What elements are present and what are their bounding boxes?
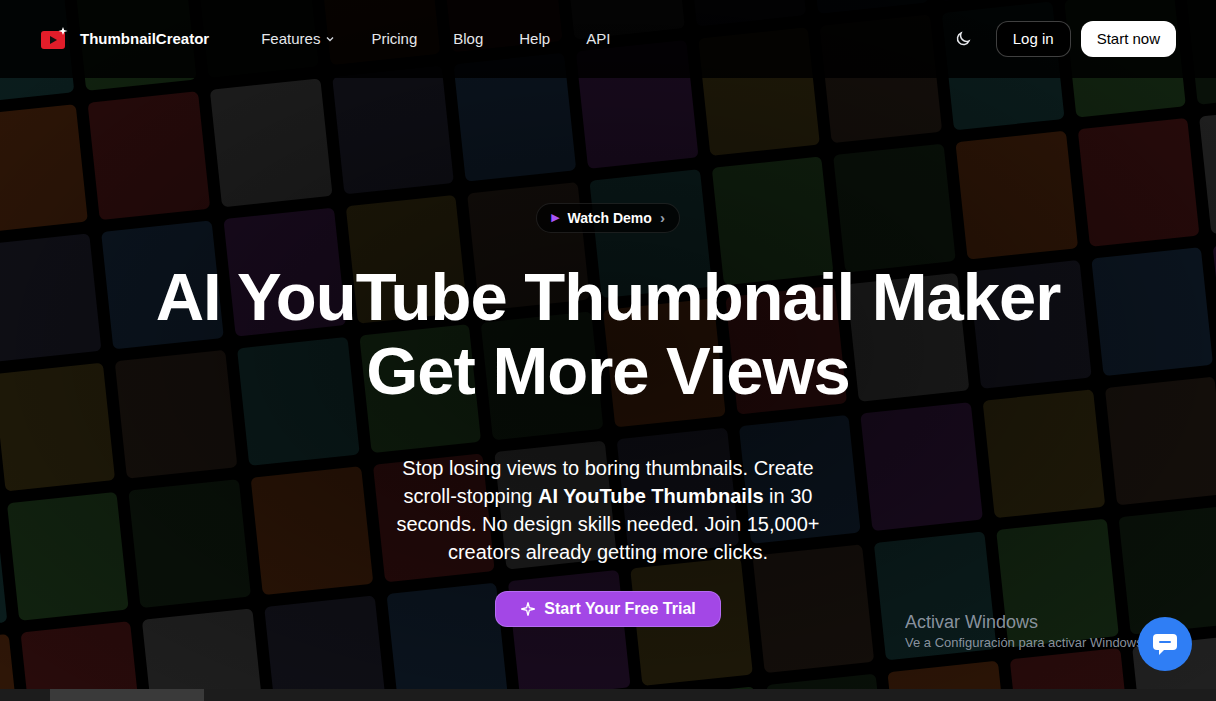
hero: ▶ Watch Demo › AI YouTube Thumbnail Make… — [0, 78, 1216, 627]
play-icon: ▶ — [551, 210, 559, 227]
start-now-button[interactable]: Start now — [1081, 21, 1176, 57]
taskbar-active-app[interactable] — [50, 689, 204, 701]
hero-title: AI YouTube Thumbnail MakerGet More Views — [156, 260, 1061, 408]
nav-menu: Features Pricing Blog Help API — [261, 28, 610, 51]
nav-item[interactable]: Features — [261, 28, 335, 51]
watch-demo-pill[interactable]: ▶ Watch Demo › — [536, 203, 680, 233]
sparkle-icon — [520, 601, 536, 617]
taskbar — [0, 689, 1216, 701]
nav-item[interactable]: Blog — [453, 28, 483, 51]
nav-item[interactable]: API — [586, 28, 610, 51]
top-nav: ThumbnailCreator Features Pricing Blog Help… — [0, 0, 1216, 78]
hero-subtitle: Stop losing views to boring thumbnails. … — [381, 454, 836, 566]
header-actions: Log in Start now — [954, 21, 1176, 57]
chevron-icon: › — [660, 207, 665, 230]
chevron-down-icon — [325, 34, 335, 44]
free-trial-button[interactable]: Start Your Free Trial — [495, 591, 720, 627]
nav-item[interactable]: Help — [519, 28, 550, 51]
moon-icon[interactable] — [954, 30, 972, 48]
nav-item[interactable]: Pricing — [371, 28, 417, 51]
chat-button[interactable] — [1138, 617, 1192, 671]
windows-watermark: Activar Windows Ve a Configuración para … — [905, 610, 1143, 652]
title-line: Get More Views — [366, 334, 850, 408]
login-button[interactable]: Log in — [996, 21, 1071, 57]
title-line: AI YouTube Thumbnail Maker — [156, 260, 1061, 334]
logo-icon — [40, 27, 68, 51]
logo[interactable]: ThumbnailCreator — [40, 27, 209, 51]
chat-icon — [1152, 632, 1178, 656]
